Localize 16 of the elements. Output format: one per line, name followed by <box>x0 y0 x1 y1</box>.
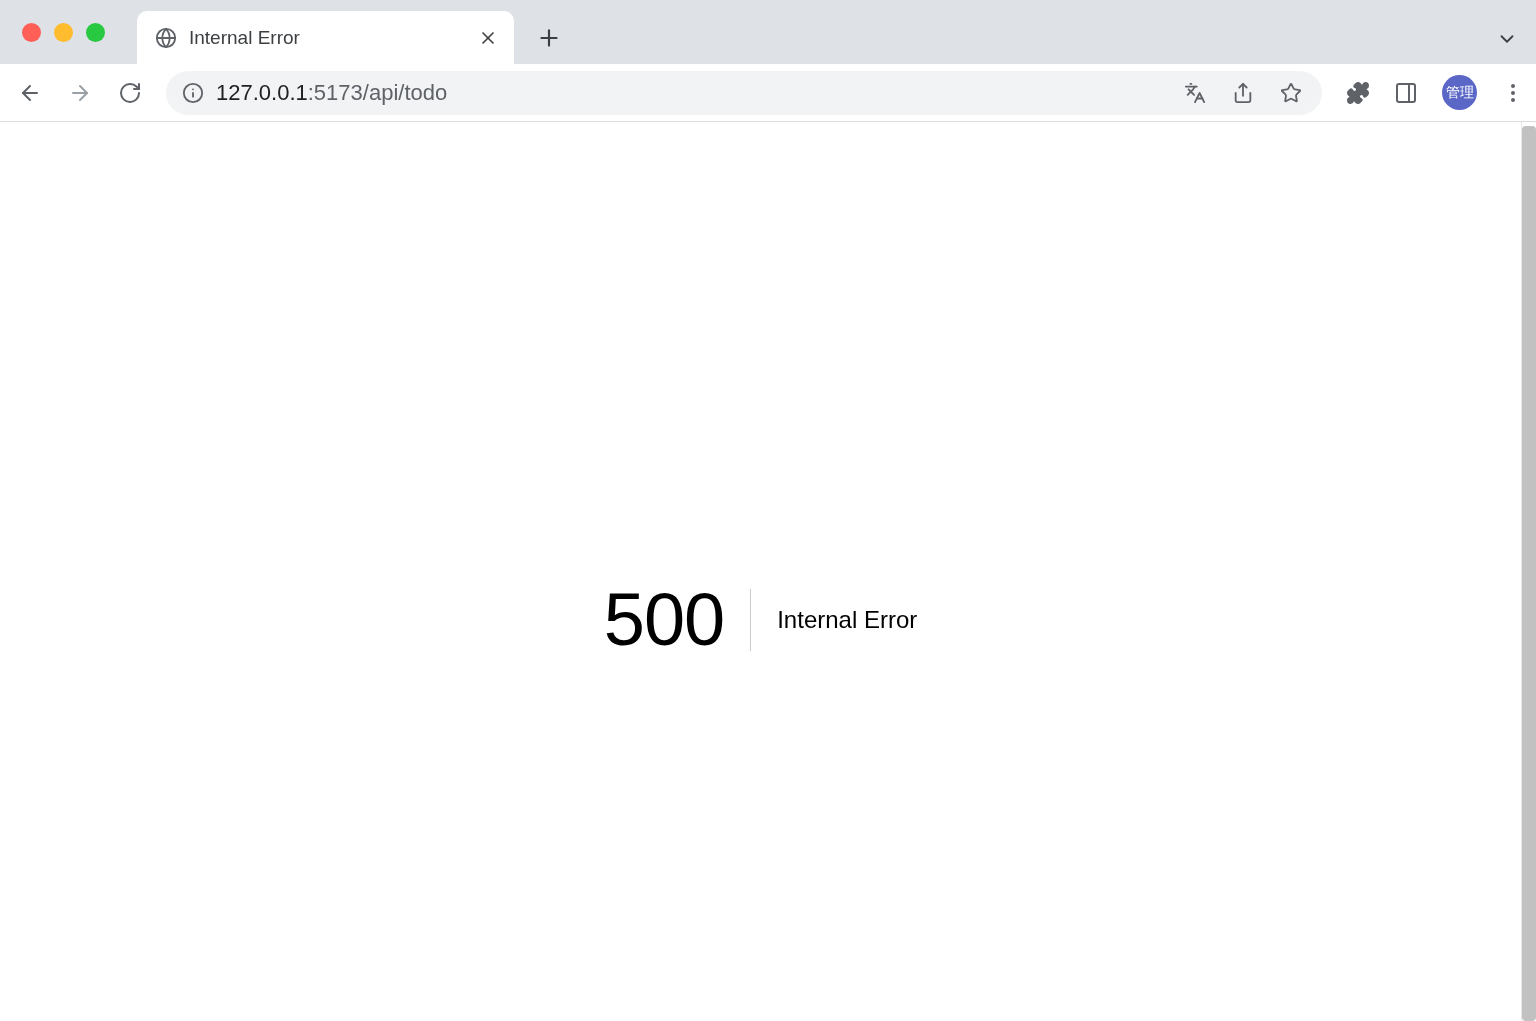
extensions-button[interactable] <box>1346 80 1370 105</box>
error-message: Internal Error <box>777 605 918 634</box>
translate-button[interactable] <box>1184 81 1206 104</box>
bookmark-star-button[interactable] <box>1280 81 1302 104</box>
tab-title: Internal Error <box>189 26 301 49</box>
info-icon[interactable] <box>182 81 204 104</box>
profile-avatar[interactable]: 管理 <box>1442 75 1477 110</box>
globe-icon <box>155 26 177 49</box>
reload-button[interactable] <box>118 80 142 105</box>
scrollbar[interactable] <box>1521 122 1536 1021</box>
url-text: 127.0.0.1:5173/api/todo <box>216 79 449 106</box>
error-code: 500 <box>603 577 725 662</box>
share-button[interactable] <box>1232 81 1254 104</box>
browser-tab[interactable]: Internal Error <box>137 11 514 64</box>
address-bar[interactable]: 127.0.0.1:5173/api/todo <box>166 70 1322 115</box>
side-panel-button[interactable] <box>1394 80 1418 105</box>
